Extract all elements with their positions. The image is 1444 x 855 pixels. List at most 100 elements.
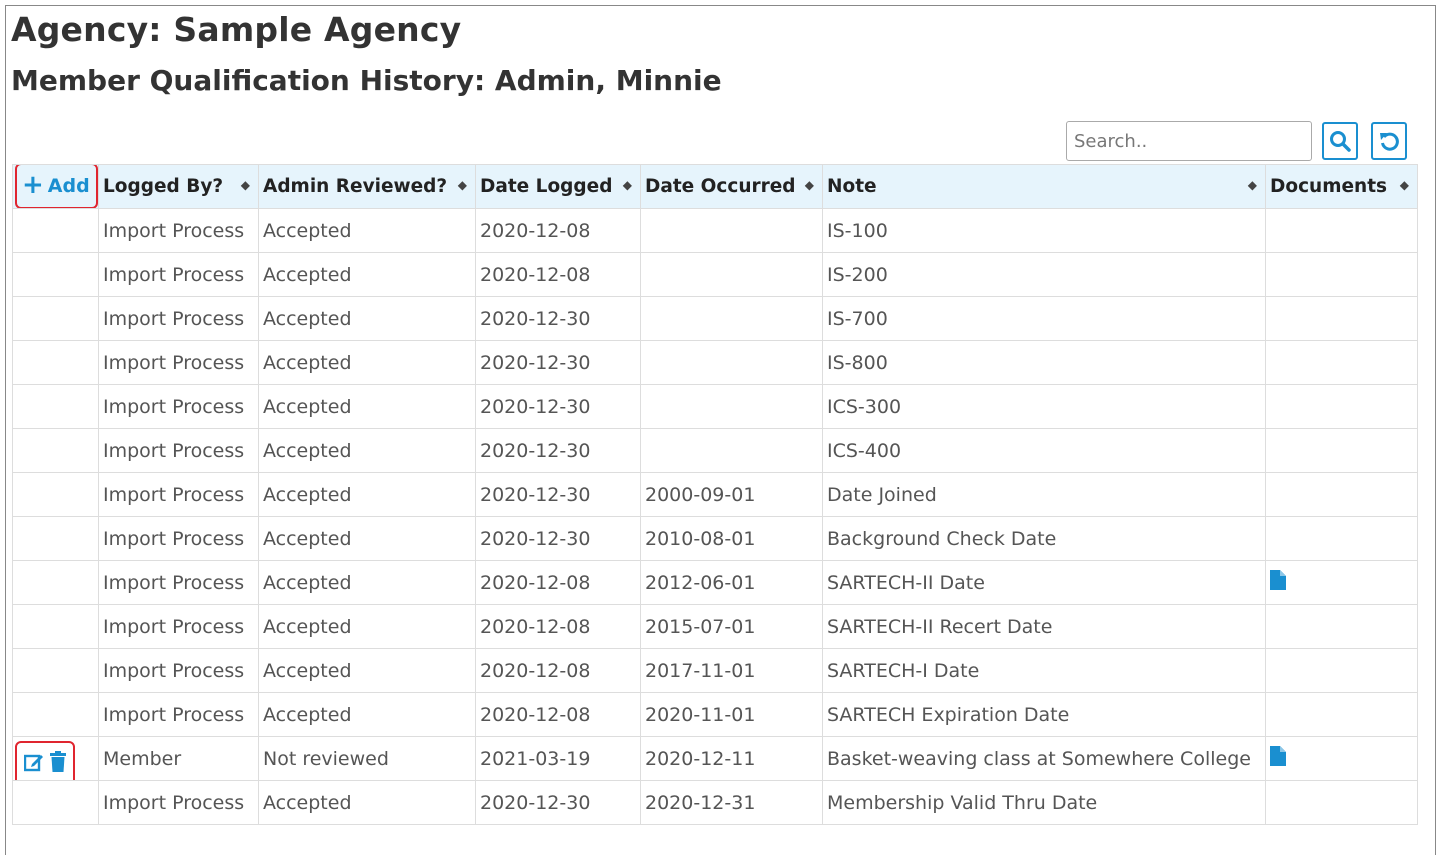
logged-by-cell: Import Process <box>98 560 259 605</box>
logged-by-cell: Member <box>98 736 259 781</box>
admin-reviewed-cell: Accepted <box>258 648 476 693</box>
table-row: Import Process Accepted 2020-12-08 IS-100 <box>12 208 1418 253</box>
note-cell: IS-700 <box>822 296 1266 341</box>
search-button[interactable] <box>1322 122 1358 160</box>
date-logged-cell: 2020-12-08 <box>475 604 641 649</box>
header-label: Date Logged <box>480 176 613 197</box>
table-row: Import Process Accepted 2020-12-08 IS-200 <box>12 252 1418 297</box>
date-occurred-cell <box>640 340 823 385</box>
admin-reviewed-cell: Accepted <box>258 208 476 253</box>
sort-icon: ◆ <box>1399 178 1409 192</box>
admin-reviewed-cell: Accepted <box>258 692 476 737</box>
documents-cell <box>1265 208 1418 253</box>
table-row: Import Process Accepted 2020-12-08 2012-06-… <box>12 560 1418 605</box>
documents-cell <box>1265 428 1418 473</box>
admin-reviewed-cell: Accepted <box>258 472 476 517</box>
trash-icon[interactable] <box>50 751 66 777</box>
documents-cell <box>1265 340 1418 385</box>
documents-cell <box>1265 648 1418 693</box>
note-cell: Background Check Date <box>822 516 1266 561</box>
admin-reviewed-cell: Not reviewed <box>258 736 476 781</box>
add-header-cell: + Add <box>12 164 99 209</box>
history-title: Member Qualification History: Admin, Min… <box>11 64 722 97</box>
header-label: Admin Reviewed? <box>263 176 448 197</box>
column-header-logged-by[interactable]: Logged By? ◆ <box>98 164 259 209</box>
agency-title: Agency: Sample Agency <box>11 10 462 49</box>
date-occurred-cell: 2017-11-01 <box>640 648 823 693</box>
documents-cell <box>1265 472 1418 517</box>
date-logged-cell: 2020-12-30 <box>475 516 641 561</box>
date-occurred-cell: 2000-09-01 <box>640 472 823 517</box>
admin-reviewed-cell: Accepted <box>258 560 476 605</box>
logged-by-cell: Import Process <box>98 252 259 297</box>
row-actions-cell <box>12 736 99 781</box>
qualification-table: + Add Logged By? ◆ Admin Reviewed? ◆ Date … <box>12 164 1418 825</box>
sort-icon: ◆ <box>1247 178 1257 192</box>
note-cell: IS-100 <box>822 208 1266 253</box>
sort-icon: ◆ <box>622 178 632 192</box>
header-label: Logged By? <box>103 176 224 197</box>
column-header-documents[interactable]: Documents ◆ <box>1265 164 1418 209</box>
admin-reviewed-cell: Accepted <box>258 516 476 561</box>
column-header-date-occurred[interactable]: Date Occurred ◆ <box>640 164 823 209</box>
row-actions-cell <box>12 296 99 341</box>
search-input[interactable] <box>1066 121 1312 161</box>
sort-icon: ◆ <box>457 178 467 192</box>
admin-reviewed-cell: Accepted <box>258 340 476 385</box>
date-occurred-cell: 2010-08-01 <box>640 516 823 561</box>
documents-cell <box>1265 780 1418 825</box>
date-occurred-cell: 2015-07-01 <box>640 604 823 649</box>
row-actions-cell <box>12 516 99 561</box>
logged-by-cell: Import Process <box>98 296 259 341</box>
column-header-admin-reviewed[interactable]: Admin Reviewed? ◆ <box>258 164 476 209</box>
file-icon[interactable] <box>1270 570 1286 595</box>
edit-icon[interactable] <box>23 752 44 777</box>
date-occurred-cell <box>640 296 823 341</box>
note-cell: Basket-weaving class at Somewhere Colleg… <box>822 736 1266 781</box>
row-actions-cell <box>12 780 99 825</box>
note-cell: ICS-300 <box>822 384 1266 429</box>
header-label: Note <box>827 176 877 197</box>
row-actions-cell <box>12 340 99 385</box>
documents-cell <box>1265 384 1418 429</box>
logged-by-cell: Import Process <box>98 692 259 737</box>
date-logged-cell: 2020-12-30 <box>475 296 641 341</box>
file-icon[interactable] <box>1270 746 1286 771</box>
table-row: Import Process Accepted 2020-12-30 ICS-300 <box>12 384 1418 429</box>
row-actions-cell <box>12 648 99 693</box>
date-logged-cell: 2021-03-19 <box>475 736 641 781</box>
logged-by-cell: Import Process <box>98 472 259 517</box>
column-header-note[interactable]: Note ◆ <box>822 164 1266 209</box>
date-logged-cell: 2020-12-30 <box>475 384 641 429</box>
column-header-date-logged[interactable]: Date Logged ◆ <box>475 164 641 209</box>
add-button[interactable]: + Add <box>15 165 98 208</box>
search-icon <box>1330 131 1351 152</box>
date-occurred-cell <box>640 428 823 473</box>
logged-by-cell: Import Process <box>98 780 259 825</box>
table-row: Import Process Accepted 2020-12-30 IS-800 <box>12 340 1418 385</box>
row-actions-cell <box>12 604 99 649</box>
table-row: Import Process Accepted 2020-12-30 2000-09-… <box>12 472 1418 517</box>
logged-by-cell: Import Process <box>98 428 259 473</box>
row-actions-cell <box>12 560 99 605</box>
table-row: Member Not reviewed 2021-03-19 2020-12-11 Ba… <box>12 736 1418 781</box>
date-occurred-cell <box>640 252 823 297</box>
date-occurred-cell: 2020-12-31 <box>640 780 823 825</box>
date-occurred-cell <box>640 208 823 253</box>
row-actions-cell <box>12 692 99 737</box>
table-row: Import Process Accepted 2020-12-30 ICS-400 <box>12 428 1418 473</box>
plus-icon: + <box>22 170 44 200</box>
date-logged-cell: 2020-12-30 <box>475 340 641 385</box>
documents-cell <box>1265 560 1418 605</box>
documents-cell <box>1265 296 1418 341</box>
documents-cell <box>1265 736 1418 781</box>
row-actions-cell <box>12 428 99 473</box>
note-cell: ICS-400 <box>822 428 1266 473</box>
admin-reviewed-cell: Accepted <box>258 252 476 297</box>
date-logged-cell: 2020-12-08 <box>475 692 641 737</box>
date-logged-cell: 2020-12-30 <box>475 428 641 473</box>
reset-button[interactable] <box>1371 122 1407 160</box>
sort-icon: ◆ <box>804 178 814 192</box>
logged-by-cell: Import Process <box>98 384 259 429</box>
table-row: Import Process Accepted 2020-12-08 2015-07-… <box>12 604 1418 649</box>
